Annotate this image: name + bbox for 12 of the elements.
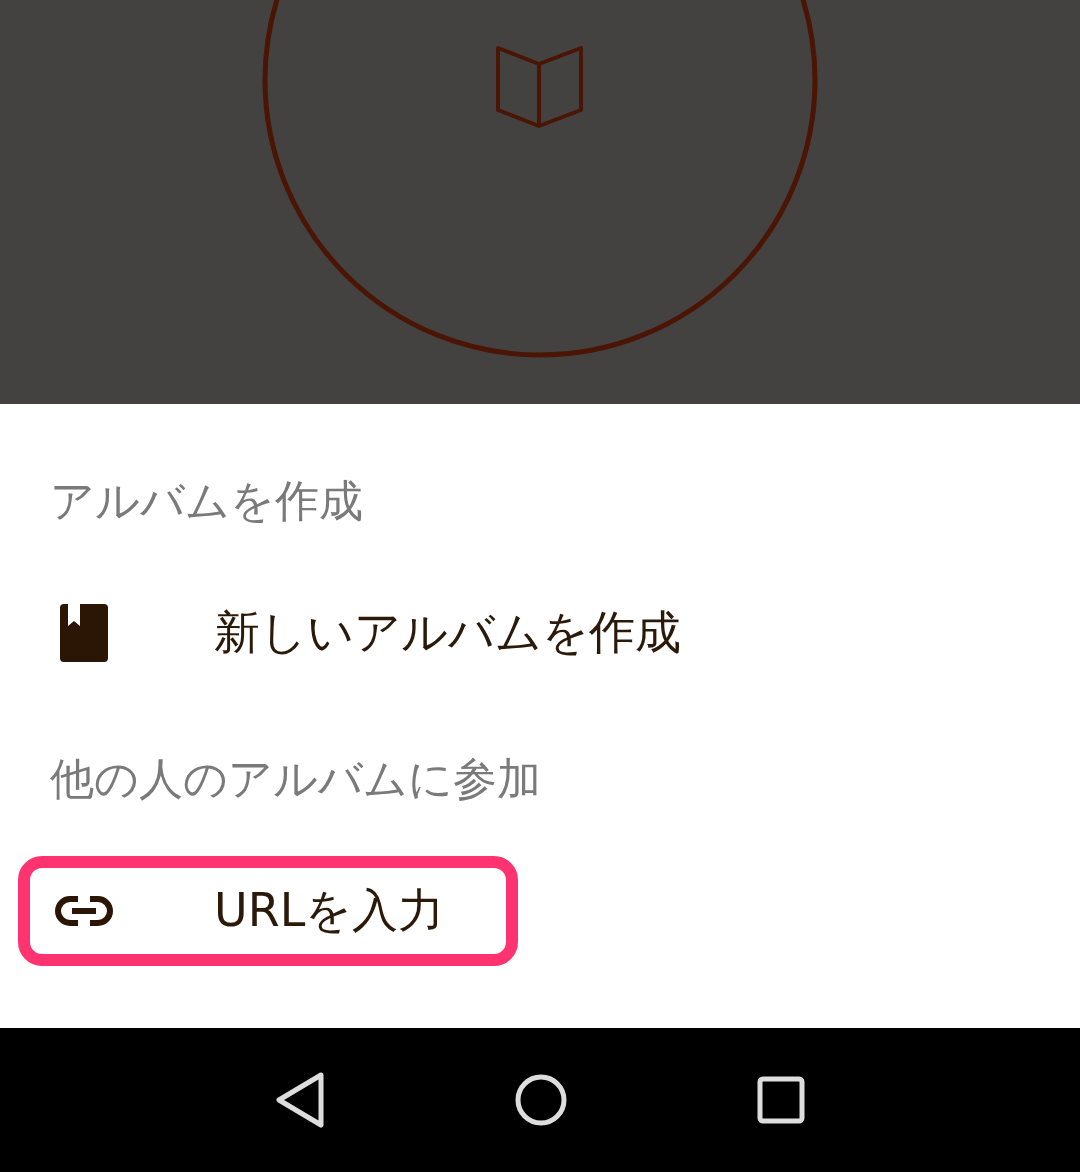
menu-item[interactable]: 新しいアルバムを作成	[18, 578, 705, 688]
section-header: 他の人のアルバムに参加	[49, 752, 542, 806]
book-icon	[496, 46, 583, 128]
link-icon	[54, 895, 114, 927]
back-icon[interactable]	[274, 1071, 325, 1129]
album-icon	[60, 604, 108, 662]
recents-icon[interactable]	[757, 1076, 806, 1124]
item-label: URLを入力	[214, 882, 445, 939]
section-header: アルバムを作成	[49, 474, 364, 528]
home-icon[interactable]	[514, 1073, 568, 1127]
item-label: 新しいアルバムを作成	[214, 604, 681, 661]
highlighted-menu-item[interactable]: URLを入力	[18, 856, 518, 966]
